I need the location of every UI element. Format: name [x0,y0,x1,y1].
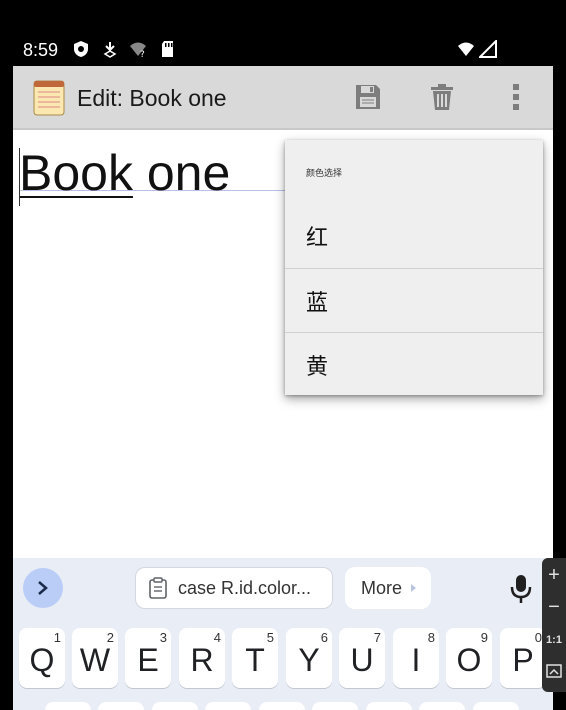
key-row2-partial[interactable] [205,702,251,710]
wifi-question-icon: ? [130,42,146,58]
soft-keyboard: case R.id.color... More 1 Q 2 W 3 E 4 R [13,558,553,710]
clipboard-icon [149,577,167,599]
key-label: Y [298,642,320,678]
device-screen: 8:59 ? Edit: Book one Book one 颜色选择 红 蓝 … [13,0,553,710]
menu-item-label: 黄 [306,355,329,380]
menu-item-label: 红 [306,226,329,251]
key-label: U [350,642,374,678]
emulator-zoom-panel: + − 1:1 [542,558,566,692]
key-e[interactable]: 3 E [125,628,171,688]
cellular-signal-icon [479,40,497,58]
key-label: W [79,642,111,678]
color-popup-menu: 颜色选择 红 蓝 黄 [285,140,543,395]
key-row2-partial[interactable] [98,702,144,710]
key-row2-partial[interactable] [366,702,412,710]
key-label: T [245,642,265,678]
key-label: I [411,642,421,678]
microphone-icon[interactable] [510,574,532,604]
trash-icon[interactable] [427,82,457,112]
text-caret [19,148,20,206]
clipboard-suggestion-chip[interactable]: case R.id.color... [135,567,333,609]
zoom-out-button[interactable]: − [542,596,566,619]
key-t[interactable]: 5 T [232,628,278,688]
key-label: P [512,642,534,678]
sd-card-icon [162,41,173,57]
menu-item-label: 蓝 [306,291,329,316]
key-i[interactable]: 8 I [393,628,439,688]
app-bar: Edit: Book one [13,66,553,130]
editor-content: Book one 颜色选择 红 蓝 黄 [13,130,553,558]
menu-item-yellow[interactable]: 黄 [285,333,543,397]
screenshot-fit-icon[interactable] [546,664,562,678]
key-row2-partial[interactable] [312,702,358,710]
shield-icon [74,41,88,57]
more-chip-label: More [361,577,403,598]
key-row2-partial[interactable] [45,702,91,710]
svg-text:?: ? [140,50,145,58]
key-p[interactable]: 0 P [500,628,546,688]
wifi-icon [458,42,474,56]
clipboard-chip-label: case R.id.color... [178,577,312,598]
popup-header: 颜色选择 [306,169,343,179]
notepad-app-icon [33,80,65,116]
zoom-in-button[interactable]: + [542,564,566,587]
status-time: 8:59 [23,40,59,60]
key-w[interactable]: 2 W [72,628,118,688]
menu-item-blue[interactable]: 蓝 [285,269,543,333]
key-label: Q [29,642,55,678]
chevron-right-small-icon [411,584,417,592]
key-o[interactable]: 9 O [446,628,492,688]
zoom-reset-button[interactable]: 1:1 [542,634,566,646]
key-r[interactable]: 4 R [179,628,225,688]
key-label: O [456,642,482,678]
status-bar: 8:59 ? [13,0,553,66]
key-q[interactable]: 1 Q [19,628,65,688]
more-vert-icon[interactable] [501,82,531,112]
key-row2-partial[interactable] [419,702,465,710]
key-row2-partial[interactable] [259,702,305,710]
more-chip[interactable]: More [345,567,431,609]
key-label: R [190,642,214,678]
keyboard-expand-button[interactable] [23,568,63,608]
menu-item-red[interactable]: 红 [285,204,543,268]
key-row2-partial[interactable] [473,702,519,710]
chevron-right-icon [38,581,48,595]
key-label: E [137,642,159,678]
app-title: Edit: Book one [77,85,227,111]
key-u[interactable]: 7 U [339,628,385,688]
download-status-icon [103,42,117,58]
key-y[interactable]: 6 Y [286,628,332,688]
title-underlined-word: Book [19,145,133,201]
save-icon[interactable] [353,82,383,112]
title-rest: one [132,145,231,201]
key-row2-partial[interactable] [152,702,198,710]
